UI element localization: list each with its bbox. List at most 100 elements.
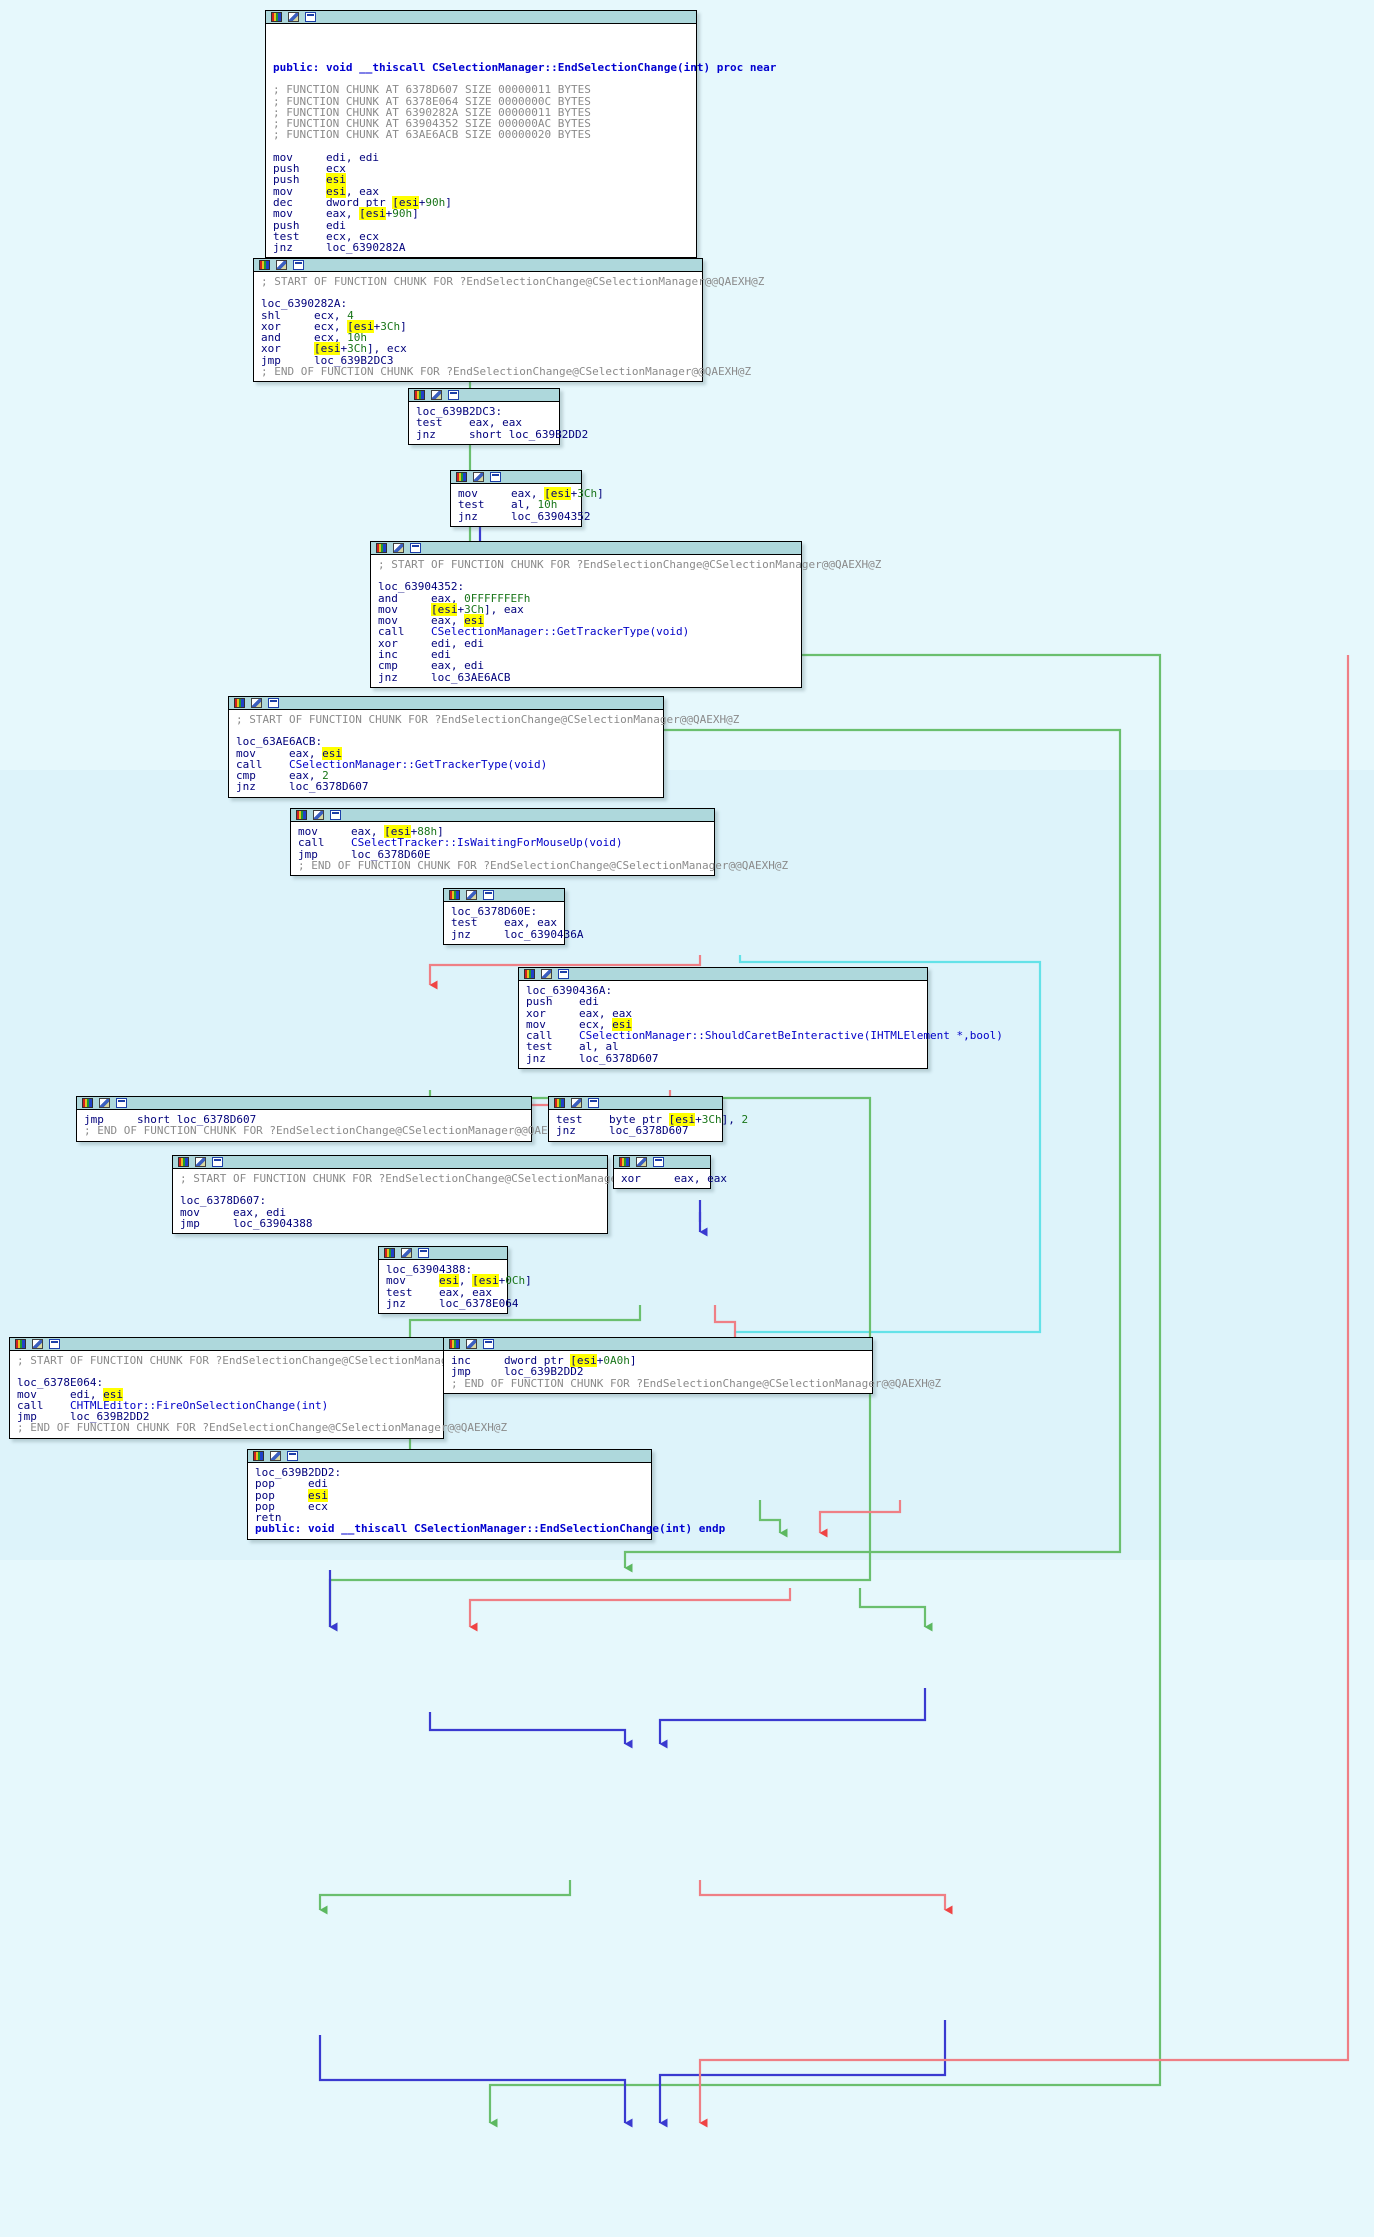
- screen-icon[interactable]: [330, 810, 341, 820]
- graph-canvas[interactable]: public: void __thiscall CSelectionManage…: [0, 0, 1374, 2237]
- node-titlebar[interactable]: [173, 1156, 607, 1169]
- node-body: jmp short loc_6378D607; END OF FUNCTION …: [77, 1110, 531, 1141]
- pencil-icon[interactable]: [276, 260, 287, 270]
- pencil-icon[interactable]: [466, 1339, 477, 1349]
- node-titlebar[interactable]: [229, 697, 663, 710]
- node-body: loc_639B2DC3:test eax, eaxjnz short loc_…: [409, 402, 559, 444]
- block-test-byte-3Ch[interactable]: test byte ptr [esi+3Ch], 2jnz loc_6378D6…: [548, 1096, 723, 1142]
- palette-icon[interactable]: [271, 12, 282, 22]
- block-loc-6390436A[interactable]: loc_6390436A:push edixor eax, eaxmov ecx…: [518, 967, 928, 1069]
- screen-icon[interactable]: [558, 969, 569, 979]
- screen-icon[interactable]: [588, 1098, 599, 1108]
- node-body: test byte ptr [esi+3Ch], 2jnz loc_6378D6…: [549, 1110, 722, 1141]
- pencil-icon[interactable]: [313, 810, 324, 820]
- node-body: loc_6378D60E:test eax, eaxjnz loc_639043…: [444, 902, 564, 944]
- node-body: xor eax, eax: [614, 1169, 710, 1188]
- node-titlebar[interactable]: [409, 389, 559, 402]
- block-loc-639B2DC3[interactable]: loc_639B2DC3:test eax, eaxjnz short loc_…: [408, 388, 560, 445]
- block-jmp-short-6378D607[interactable]: jmp short loc_6378D607; END OF FUNCTION …: [76, 1096, 532, 1142]
- palette-icon[interactable]: [456, 472, 467, 482]
- block-loc-6378D60E[interactable]: loc_6378D60E:test eax, eaxjnz loc_639043…: [443, 888, 565, 945]
- screen-icon[interactable]: [418, 1248, 429, 1258]
- palette-icon[interactable]: [449, 1339, 460, 1349]
- node-titlebar[interactable]: [266, 11, 696, 24]
- palette-icon[interactable]: [296, 810, 307, 820]
- palette-icon[interactable]: [554, 1098, 565, 1108]
- screen-icon[interactable]: [410, 543, 421, 553]
- node-titlebar[interactable]: [291, 809, 714, 822]
- screen-icon[interactable]: [49, 1339, 60, 1349]
- node-titlebar[interactable]: [379, 1247, 507, 1260]
- block-loc-6390282A[interactable]: ; START OF FUNCTION CHUNK FOR ?EndSelect…: [253, 258, 703, 382]
- palette-icon[interactable]: [259, 260, 270, 270]
- screen-icon[interactable]: [116, 1098, 127, 1108]
- screen-icon[interactable]: [305, 12, 316, 22]
- screen-icon[interactable]: [287, 1451, 298, 1461]
- node-titlebar[interactable]: [614, 1156, 710, 1169]
- node-body: inc dword ptr [esi+0A0h]jmp loc_639B2DD2…: [444, 1351, 872, 1393]
- block-entry[interactable]: public: void __thiscall CSelectionManage…: [265, 10, 697, 258]
- screen-icon[interactable]: [212, 1157, 223, 1167]
- pencil-icon[interactable]: [571, 1098, 582, 1108]
- pencil-icon[interactable]: [99, 1098, 110, 1108]
- block-loc-63AE6ACB[interactable]: ; START OF FUNCTION CHUNK FOR ?EndSelect…: [228, 696, 664, 798]
- pencil-icon[interactable]: [636, 1157, 647, 1167]
- block-test-al-10h[interactable]: mov eax, [esi+3Ch]test al, 10hjnz loc_63…: [450, 470, 582, 527]
- block-xor-eax-eax[interactable]: xor eax, eax: [613, 1155, 711, 1189]
- node-titlebar[interactable]: [519, 968, 927, 981]
- pencil-icon[interactable]: [466, 890, 477, 900]
- node-body: ; START OF FUNCTION CHUNK FOR ?EndSelect…: [254, 272, 702, 381]
- pencil-icon[interactable]: [393, 543, 404, 553]
- node-titlebar[interactable]: [371, 542, 801, 555]
- screen-icon[interactable]: [653, 1157, 664, 1167]
- screen-icon[interactable]: [483, 1339, 494, 1349]
- pencil-icon[interactable]: [401, 1248, 412, 1258]
- pencil-icon[interactable]: [195, 1157, 206, 1167]
- node-body: ; START OF FUNCTION CHUNK FOR ?EndSelect…: [10, 1351, 443, 1438]
- palette-icon[interactable]: [384, 1248, 395, 1258]
- node-titlebar[interactable]: [248, 1450, 651, 1463]
- node-body: loc_63904388:mov esi, [esi+0Ch]test eax,…: [379, 1260, 507, 1313]
- palette-icon[interactable]: [178, 1157, 189, 1167]
- node-body: public: void __thiscall CSelectionManage…: [266, 24, 696, 257]
- node-titlebar[interactable]: [10, 1338, 443, 1351]
- palette-icon[interactable]: [376, 543, 387, 553]
- pencil-icon[interactable]: [270, 1451, 281, 1461]
- pencil-icon[interactable]: [288, 12, 299, 22]
- block-iswaitingformouseup[interactable]: mov eax, [esi+88h]call CSelectTracker::I…: [290, 808, 715, 876]
- node-titlebar[interactable]: [451, 471, 581, 484]
- palette-icon[interactable]: [414, 390, 425, 400]
- block-loc-63904352[interactable]: ; START OF FUNCTION CHUNK FOR ?EndSelect…: [370, 541, 802, 688]
- palette-icon[interactable]: [234, 698, 245, 708]
- screen-icon[interactable]: [490, 472, 501, 482]
- palette-icon[interactable]: [15, 1339, 26, 1349]
- node-body: loc_639B2DD2:pop edipop esipop ecxretnpu…: [248, 1463, 651, 1539]
- screen-icon[interactable]: [483, 890, 494, 900]
- palette-icon[interactable]: [253, 1451, 264, 1461]
- block-loc-63904388[interactable]: loc_63904388:mov esi, [esi+0Ch]test eax,…: [378, 1246, 508, 1314]
- pencil-icon[interactable]: [431, 390, 442, 400]
- screen-icon[interactable]: [268, 698, 279, 708]
- pencil-icon[interactable]: [251, 698, 262, 708]
- node-titlebar[interactable]: [444, 889, 564, 902]
- screen-icon[interactable]: [293, 260, 304, 270]
- palette-icon[interactable]: [619, 1157, 630, 1167]
- block-loc-639B2DD2-exit[interactable]: loc_639B2DD2:pop edipop esipop ecxretnpu…: [247, 1449, 652, 1540]
- node-body: ; START OF FUNCTION CHUNK FOR ?EndSelect…: [229, 710, 663, 797]
- block-inc-dword-0A0h[interactable]: inc dword ptr [esi+0A0h]jmp loc_639B2DD2…: [443, 1337, 873, 1394]
- palette-icon[interactable]: [82, 1098, 93, 1108]
- pencil-icon[interactable]: [32, 1339, 43, 1349]
- palette-icon[interactable]: [524, 969, 535, 979]
- node-titlebar[interactable]: [549, 1097, 722, 1110]
- screen-icon[interactable]: [448, 390, 459, 400]
- node-titlebar[interactable]: [444, 1338, 872, 1351]
- pencil-icon[interactable]: [473, 472, 484, 482]
- node-titlebar[interactable]: [254, 259, 702, 272]
- block-loc-6378D607[interactable]: ; START OF FUNCTION CHUNK FOR ?EndSelect…: [172, 1155, 608, 1234]
- pencil-icon[interactable]: [541, 969, 552, 979]
- node-titlebar[interactable]: [77, 1097, 531, 1110]
- node-body: mov eax, [esi+88h]call CSelectTracker::I…: [291, 822, 714, 875]
- node-body: ; START OF FUNCTION CHUNK FOR ?EndSelect…: [173, 1169, 607, 1233]
- block-loc-6378E064[interactable]: ; START OF FUNCTION CHUNK FOR ?EndSelect…: [9, 1337, 444, 1439]
- palette-icon[interactable]: [449, 890, 460, 900]
